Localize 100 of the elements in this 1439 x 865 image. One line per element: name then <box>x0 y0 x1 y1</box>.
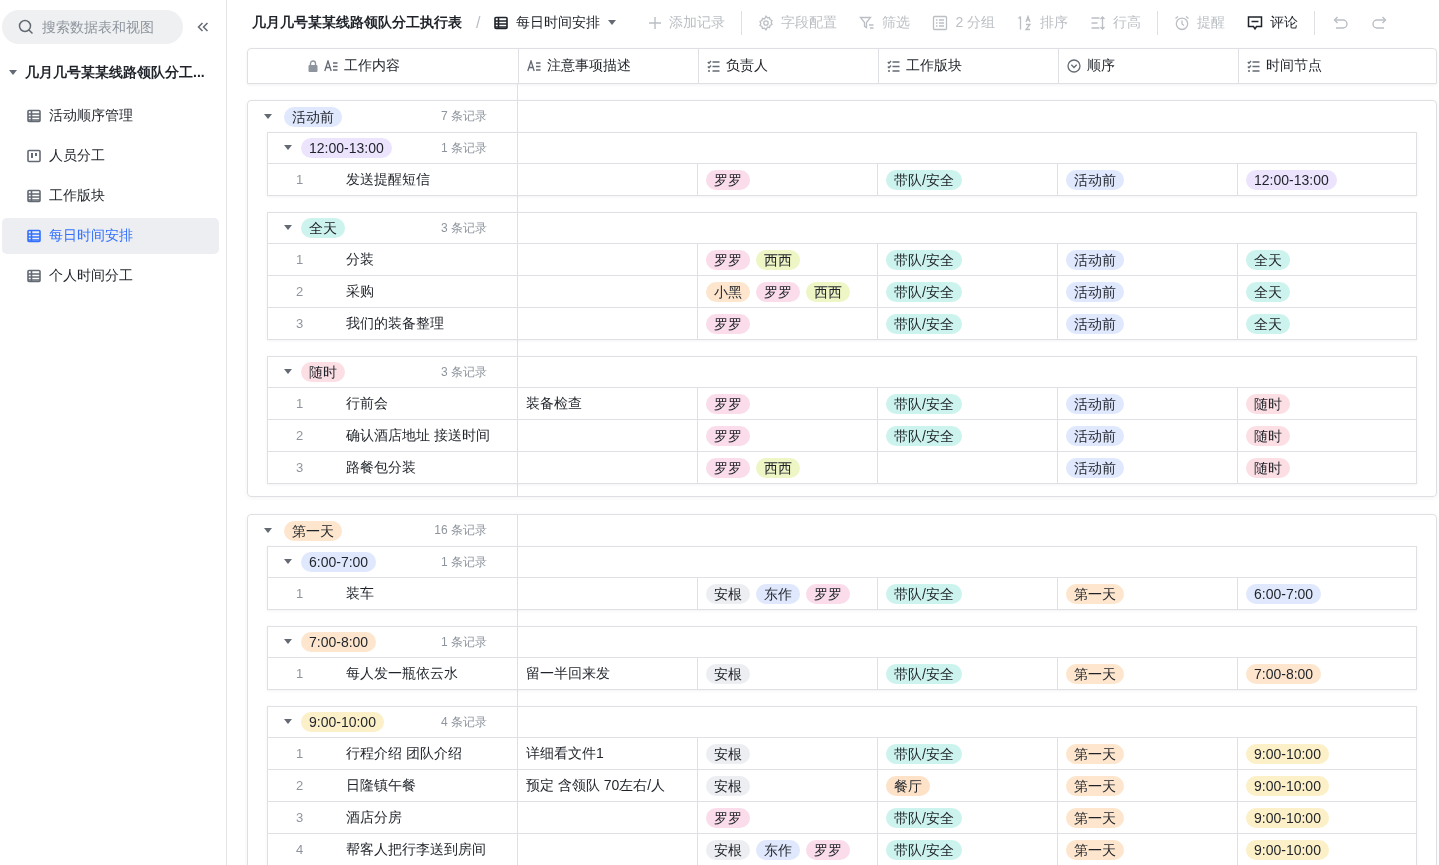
column-header[interactable]: 工作版块 <box>878 49 1058 83</box>
sidebar-item[interactable]: 个人时间分工 <box>2 258 219 294</box>
group-tag: 6:00-7:00 <box>301 552 377 572</box>
table-cell: 路餐包分装 <box>346 458 416 477</box>
person-tag: 安根 <box>706 743 750 764</box>
person-tag: 罗罗 <box>706 249 750 270</box>
single-select-icon <box>1067 59 1081 73</box>
table-cell: 确认酒店地址 接送时间 <box>346 426 490 445</box>
column-header[interactable]: 注意事项描述 <box>518 49 698 83</box>
caret-icon[interactable] <box>284 369 292 375</box>
row-number: 1 <box>296 172 305 187</box>
table-cell: 装备检查 <box>526 394 582 413</box>
person-tag: 小黑 <box>706 281 750 302</box>
person-tag: 西西 <box>806 281 850 302</box>
caret-icon[interactable] <box>284 639 292 645</box>
row-number: 1 <box>296 396 305 411</box>
group-tag: 12:00-13:00 <box>301 138 392 158</box>
option-tag: 6:00-7:00 <box>1246 583 1322 604</box>
caret-icon[interactable] <box>264 527 272 534</box>
column-header[interactable]: 时间节点 <box>1238 49 1438 83</box>
row-number: 2 <box>296 284 305 299</box>
row-number: 1 <box>296 252 305 267</box>
row-number: 1 <box>296 746 305 761</box>
option-tag: 带队/安全 <box>886 281 962 302</box>
option-tag: 活动前 <box>1066 393 1124 414</box>
sidebar-item[interactable]: 每日时间安排 <box>2 218 219 254</box>
option-tag: 9:00-10:00 <box>1246 807 1329 828</box>
sidebar-item[interactable]: 工作版块 <box>2 178 219 214</box>
column-header[interactable]: 负责人 <box>698 49 878 83</box>
caret-icon[interactable] <box>9 70 17 76</box>
option-tag: 带队/安全 <box>886 425 962 446</box>
option-tag: 带队/安全 <box>886 313 962 334</box>
sidebar-item[interactable]: 人员分工 <box>2 138 219 174</box>
table-cell: 行程介绍 团队介绍 <box>346 744 462 763</box>
table-icon <box>27 269 41 283</box>
search-field[interactable]: 搜索数据表和视图 <box>2 10 183 44</box>
record-count: 1 条记录 <box>441 139 487 157</box>
option-tag: 第一天 <box>1066 839 1124 860</box>
option-tag: 带队/安全 <box>886 583 962 604</box>
caret-icon[interactable] <box>608 20 617 26</box>
person-tag: 安根 <box>706 839 750 860</box>
option-tag: 9:00-10:00 <box>1246 839 1329 860</box>
option-tag: 第一天 <box>1066 775 1124 796</box>
option-tag: 7:00-8:00 <box>1246 663 1322 684</box>
option-tag: 带队/安全 <box>886 807 962 828</box>
view-switcher[interactable]: 每日时间安排 <box>494 14 617 32</box>
person-tag: 东作 <box>756 583 800 604</box>
option-tag: 第一天 <box>1066 743 1124 764</box>
option-tag: 活动前 <box>1066 169 1124 190</box>
option-tag: 第一天 <box>1066 807 1124 828</box>
table-icon <box>27 229 41 243</box>
comment-button[interactable]: 评论 <box>1247 14 1299 32</box>
kanban-icon <box>27 149 41 163</box>
person-tag: 罗罗 <box>806 839 850 860</box>
record-count: 3 条记录 <box>441 219 487 237</box>
person-tag: 罗罗 <box>706 169 750 190</box>
search-input[interactable]: 搜索数据表和视图 <box>42 19 162 35</box>
record-count: 1 条记录 <box>441 553 487 571</box>
option-tag: 全天 <box>1246 313 1290 334</box>
person-tag: 罗罗 <box>756 281 800 302</box>
text-field-icon <box>324 60 338 72</box>
caret-icon[interactable] <box>284 559 292 565</box>
column-header[interactable]: 工作内容 <box>248 49 518 83</box>
base-title[interactable]: 几月几号某某线路领队分工执行表 <box>252 14 462 32</box>
caret-icon[interactable] <box>264 113 272 120</box>
table-icon <box>27 109 41 123</box>
group-tag: 9:00-10:00 <box>301 712 384 732</box>
option-tag: 随时 <box>1246 457 1290 478</box>
sidebar-item[interactable]: 活动顺序管理 <box>2 98 219 134</box>
person-tag: 西西 <box>756 457 800 478</box>
option-tag: 带队/安全 <box>886 663 962 684</box>
table-icon <box>27 189 41 203</box>
row-number: 4 <box>296 842 305 857</box>
record-count: 1 条记录 <box>441 633 487 651</box>
multi-select-icon <box>707 60 720 72</box>
person-tag: 安根 <box>706 583 750 604</box>
option-tag: 9:00-10:00 <box>1246 743 1329 764</box>
person-tag: 罗罗 <box>706 425 750 446</box>
person-tag: 安根 <box>706 775 750 796</box>
person-tag: 罗罗 <box>706 807 750 828</box>
search-icon <box>18 19 34 35</box>
caret-icon[interactable] <box>284 719 292 725</box>
table-cell: 装车 <box>346 584 374 603</box>
multi-select-icon <box>887 60 900 72</box>
option-tag: 带队/安全 <box>886 169 962 190</box>
column-header[interactable]: 顺序 <box>1058 49 1238 83</box>
caret-icon[interactable] <box>284 145 292 151</box>
table-cell: 详细看文件1 <box>526 744 604 763</box>
caret-icon[interactable] <box>284 225 292 231</box>
table-icon <box>494 16 509 30</box>
table-cell: 预定 含领队 70左右/人 <box>526 776 666 795</box>
base-title[interactable]: 几月几号某某线路领队分工... <box>25 64 205 82</box>
settings-icon <box>758 15 775 31</box>
person-tag: 罗罗 <box>706 457 750 478</box>
collapse-icon[interactable] <box>197 22 209 32</box>
table-cell: 我们的装备整理 <box>346 314 444 333</box>
record-count: 3 条记录 <box>441 363 487 381</box>
comment-icon <box>1247 15 1264 31</box>
row-number: 3 <box>296 810 305 825</box>
person-tag: 安根 <box>706 663 750 684</box>
